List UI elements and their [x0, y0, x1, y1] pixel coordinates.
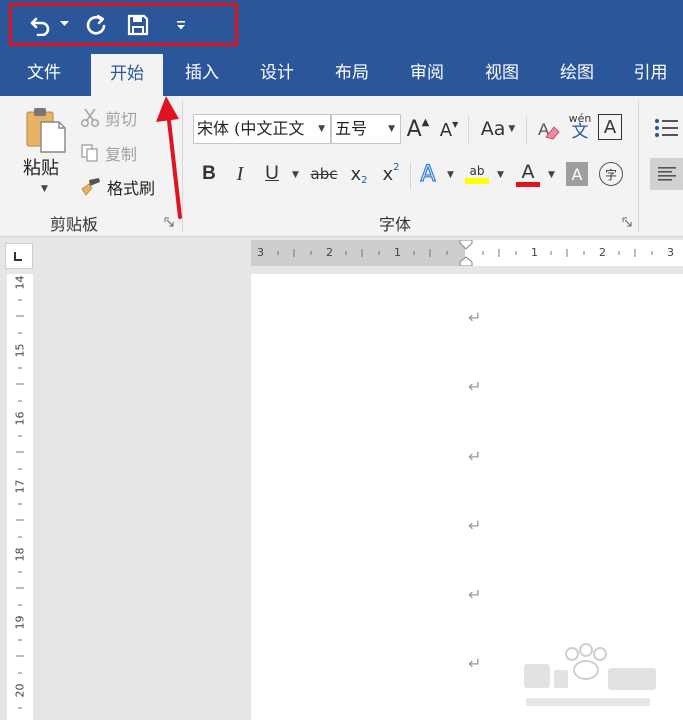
- ruler-number: 17: [13, 479, 27, 494]
- ruler-number: 2: [599, 246, 606, 259]
- ruler-ticks: [16, 299, 24, 709]
- ruler-number: 20: [13, 683, 27, 698]
- ruler-number: 1: [394, 246, 401, 259]
- ruler-number: 18: [13, 547, 27, 562]
- ruler-number: 3: [257, 246, 264, 259]
- left-tab-stop-icon: [14, 252, 22, 261]
- paragraph-mark: ↵: [468, 377, 482, 396]
- ruler-number: 15: [13, 343, 27, 358]
- baidu-jingyan-watermark: [524, 643, 656, 706]
- paragraph-mark: ↵: [468, 585, 482, 604]
- paragraph-mark: ↵: [468, 308, 482, 327]
- tab-selector[interactable]: [5, 243, 33, 269]
- ruler-number: 16: [13, 411, 27, 426]
- vertical-ruler[interactable]: 14 15 16 17 18 19 20: [7, 274, 33, 720]
- ruler-ticks: [277, 240, 653, 266]
- ruler-number: 3: [667, 246, 674, 259]
- paragraph-mark: ↵: [468, 516, 482, 535]
- horizontal-ruler[interactable]: 3 2 1 1 2 3: [251, 240, 683, 266]
- paragraph-mark: ↵: [468, 447, 482, 466]
- ruler-number: 14: [13, 275, 27, 290]
- ruler-number: 1: [531, 246, 538, 259]
- ruler-number: 2: [326, 246, 333, 259]
- paragraph-mark: ↵: [468, 654, 482, 673]
- ruler-number: 19: [13, 615, 27, 630]
